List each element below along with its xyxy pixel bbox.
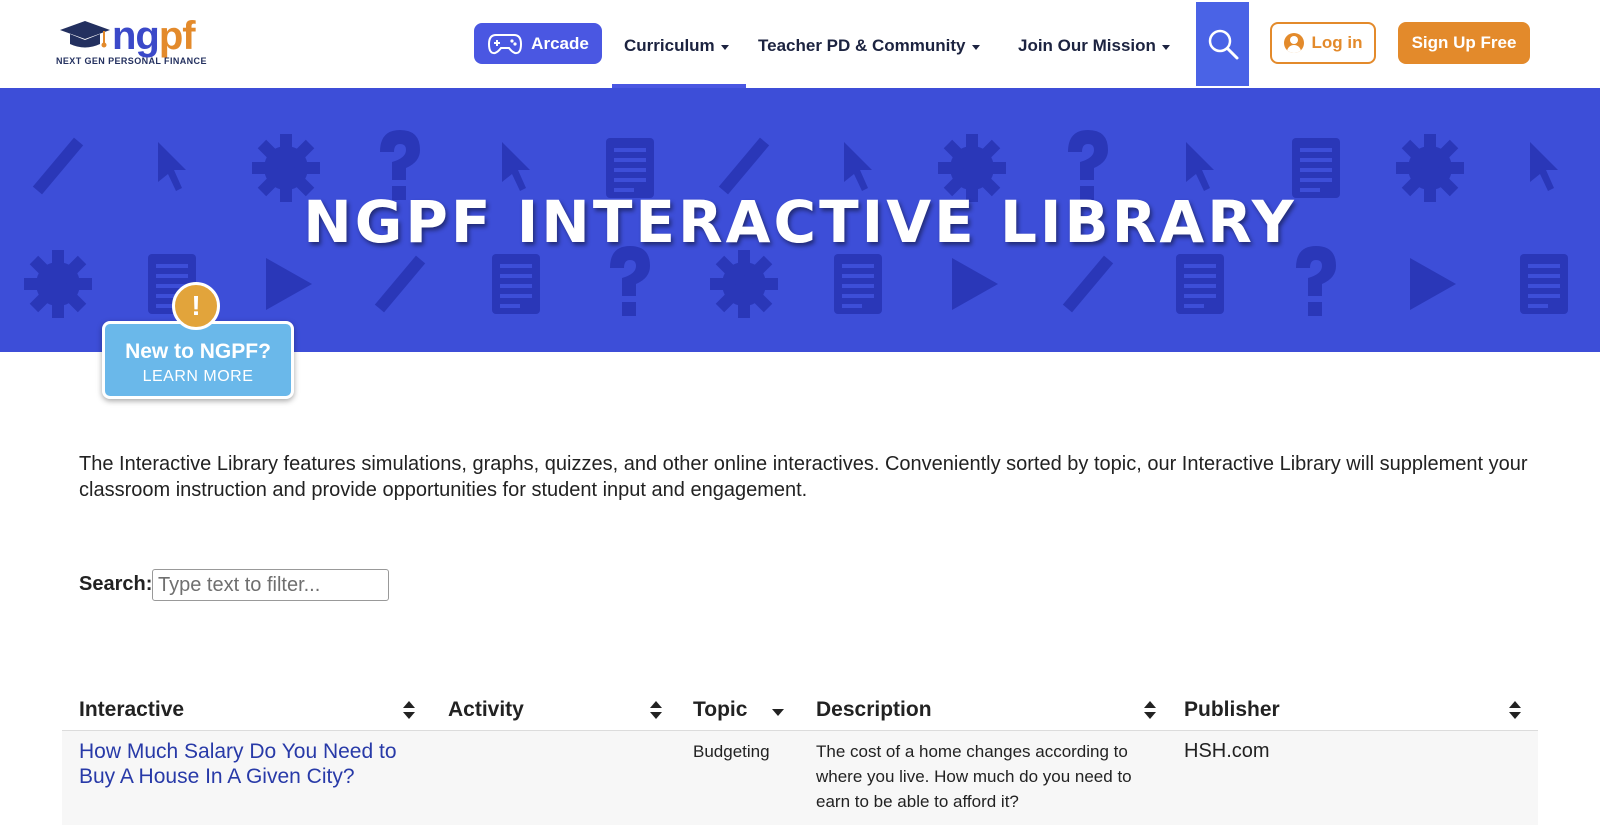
sort-icon[interactable] (1508, 700, 1522, 720)
description-line: where you live. How much do you need to (816, 767, 1132, 786)
sort-icon[interactable] (649, 700, 663, 720)
alert-icon: ! (172, 282, 220, 330)
sort-icon[interactable] (1143, 700, 1157, 720)
chevron-down-icon (1161, 44, 1170, 50)
hero-banner: NGPF INTERACTIVE LIBRARY (0, 88, 1600, 352)
chevron-down-icon (971, 44, 980, 50)
nav-curriculum-label: Curriculum (624, 36, 715, 55)
new-badge-subtitle: LEARN MORE (142, 368, 254, 385)
search-input[interactable] (152, 569, 389, 601)
search-icon (1208, 29, 1238, 60)
column-header-interactive-label: Interactive (79, 698, 185, 721)
chevron-down-icon (720, 44, 729, 50)
interactive-link-line: Buy A House In A Given City? (79, 765, 355, 788)
logo-wordmark-ng: ng (112, 14, 160, 58)
interactive-link-line: How Much Salary Do You Need to (79, 740, 397, 763)
intro-text: The Interactive Library features simulat… (79, 453, 1528, 501)
column-header-description-label: Description (816, 698, 932, 721)
column-header-topic-label: Topic (693, 698, 748, 721)
nav-teacher-pd-label: Teacher PD & Community (758, 36, 966, 55)
interactive-link[interactable]: How Much Salary Do You Need to Buy A Hou… (79, 739, 419, 789)
logo-wordmark: ngpf (112, 14, 196, 58)
page-title: NGPF INTERACTIVE LIBRARY (303, 188, 1297, 256)
signup-button[interactable]: Sign Up Free (1398, 22, 1530, 64)
column-header-activity-label: Activity (448, 698, 524, 721)
topic-cell: Budgeting (693, 742, 770, 761)
login-label: Log in (1311, 33, 1363, 52)
description-line: earn to be able to afford it? (816, 792, 1019, 811)
column-header-publisher-label: Publisher (1184, 698, 1280, 721)
site-header: ngpf NEXT GEN PERSONAL FINANCE Arcade Cu… (0, 0, 1600, 88)
arcade-button[interactable]: Arcade (474, 23, 602, 64)
description-cell: The cost of a home changes according to … (816, 739, 1166, 814)
nav-join-mission-label: Join Our Mission (1018, 36, 1156, 55)
column-header-activity[interactable]: Activity (448, 690, 668, 730)
logo-tagline: NEXT GEN PERSONAL FINANCE (56, 56, 207, 66)
graduation-cap-icon (60, 21, 110, 48)
table-row: How Much Salary Do You Need to Buy A Hou… (62, 731, 1538, 825)
login-button[interactable]: Log in (1270, 22, 1376, 64)
gamepad-icon (488, 33, 523, 54)
search-button[interactable] (1196, 2, 1249, 86)
sort-desc-icon[interactable] (771, 700, 785, 720)
description-line: The cost of a home changes according to (816, 742, 1128, 761)
sort-icon[interactable] (402, 700, 416, 720)
arcade-label: Arcade (531, 33, 589, 53)
new-badge-title: New to NGPF? (125, 340, 271, 363)
column-header-description[interactable]: Description (816, 690, 1116, 730)
column-header-publisher[interactable]: Publisher (1184, 690, 1484, 730)
ngpf-logo[interactable]: ngpf NEXT GEN PERSONAL FINANCE (56, 14, 206, 70)
search-label: Search: (79, 573, 153, 595)
column-header-interactive[interactable]: Interactive (79, 690, 419, 730)
nav-curriculum[interactable]: Curriculum (624, 34, 729, 58)
new-to-ngpf-button[interactable]: New to NGPF? LEARN MORE (102, 321, 294, 399)
user-circle-icon (1283, 33, 1304, 53)
logo-wordmark-pf: pf (158, 14, 196, 58)
nav-join-mission[interactable]: Join Our Mission (1018, 34, 1170, 58)
publisher-cell: HSH.com (1184, 740, 1270, 762)
nav-teacher-pd[interactable]: Teacher PD & Community (758, 34, 980, 58)
